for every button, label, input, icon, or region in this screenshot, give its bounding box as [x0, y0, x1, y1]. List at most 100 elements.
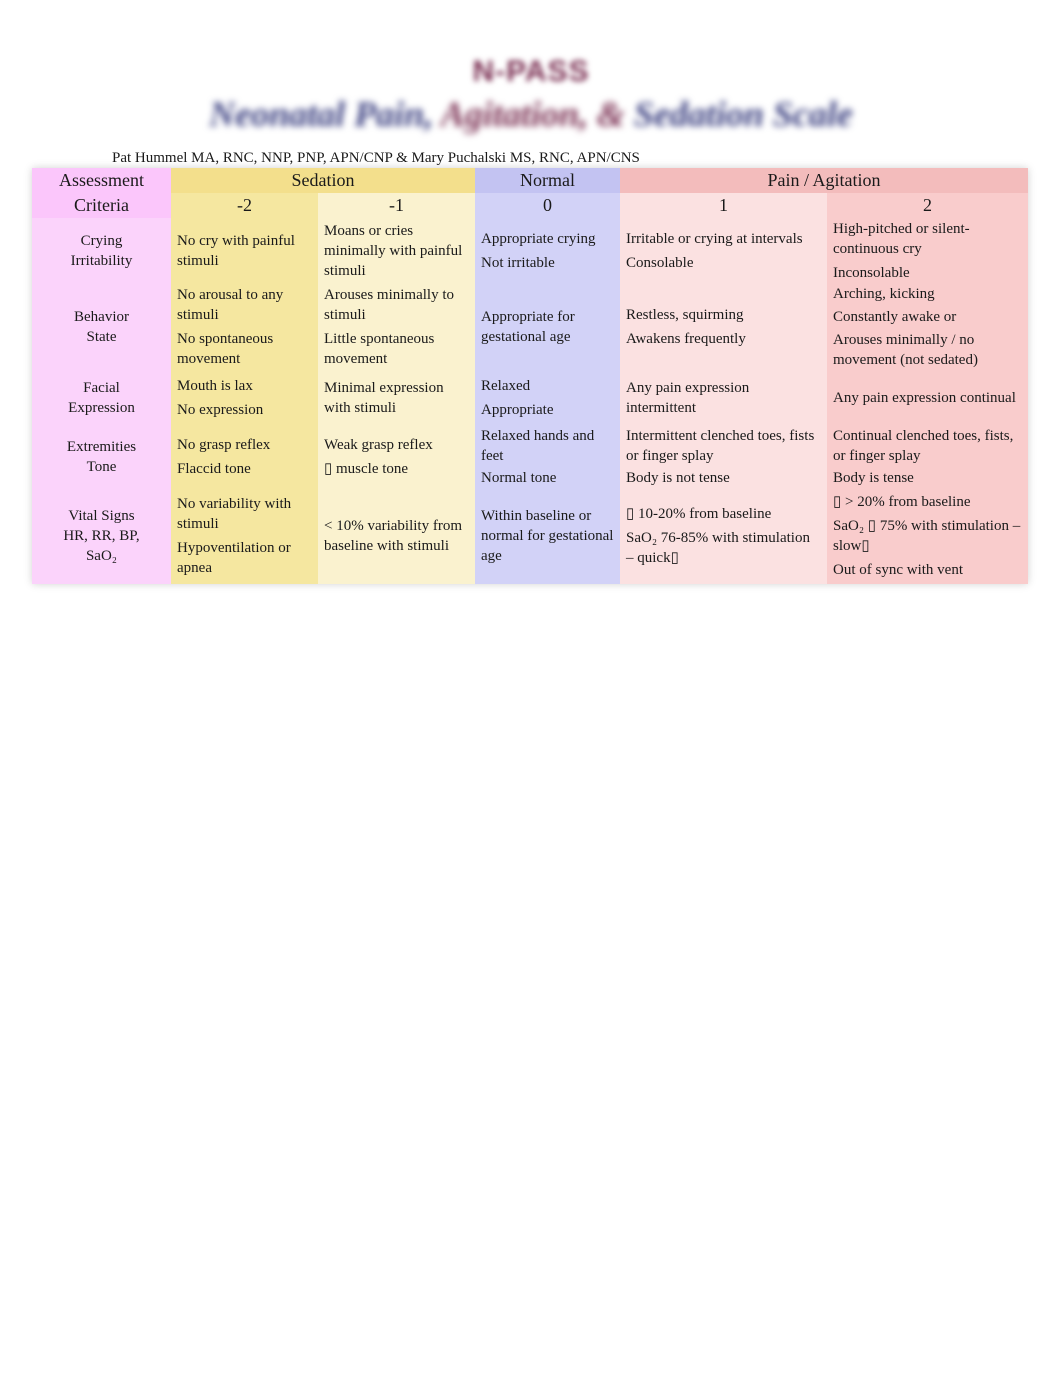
cell-text: No grasp reflex — [177, 437, 271, 453]
cell-text: ▯ 10-20% from baseline — [626, 506, 772, 522]
cell-text: Out of sync with vent — [833, 562, 963, 578]
cell-text: Continual clenched toes, fists, or finge… — [833, 428, 1014, 464]
score-cell: Any pain expression continual — [827, 370, 1028, 426]
cell-text: ▯ muscle tone — [324, 461, 409, 477]
cell-text: Normal tone — [481, 470, 557, 486]
cell-text: Any pain expression continual — [833, 390, 1016, 406]
cell-text: Little spontaneous movement — [324, 331, 435, 367]
score-cell: Intermittent clenched toes, fists or fin… — [620, 426, 827, 488]
cell-text: Minimal expression with stimuli — [324, 380, 444, 416]
cell-text: SaO₂ ▯ 75% with stimulation – slow▯ — [833, 518, 1021, 554]
criteria-cell: Vital Signs HR, RR, BP, SaO₂ — [32, 488, 171, 584]
score-cell: Relaxed Appropriate — [475, 370, 620, 426]
criteria-label: HR, RR, BP, — [63, 528, 140, 544]
criteria-label: SaO₂ — [85, 548, 118, 564]
table-row: Vital Signs HR, RR, BP, SaO₂ No variability… — [32, 488, 1028, 584]
title-full: Neonatal Pain, Agitation, & Sedation Sca… — [0, 92, 1062, 136]
cell-text: Appropriate — [481, 402, 554, 418]
cell-text: Mouth is lax — [177, 378, 253, 394]
header-pain-agitation: Pain / Agitation — [620, 168, 1028, 193]
score-cell: Moans or cries minimally with painful st… — [318, 218, 475, 284]
score-cell: Irritable or crying at intervals Consolab… — [620, 218, 827, 284]
cell-text: Irritable or crying at intervals — [626, 231, 803, 247]
cell-text: No variability with stimuli — [177, 496, 292, 532]
header-criteria-line1: Assessment — [32, 168, 171, 193]
table-body: Crying Irritability No cry with painful st… — [32, 218, 1028, 584]
criteria-label: Facial — [83, 380, 120, 396]
cell-text: Moans or cries minimally with painful st… — [324, 223, 463, 279]
cell-text: Body is tense — [833, 470, 914, 486]
cell-text: Relaxed — [481, 378, 531, 394]
criteria-label: Behavior — [74, 309, 129, 325]
cell-text: No cry with painful stimuli — [177, 233, 295, 269]
title-part-3: & — [596, 94, 625, 134]
score-cell: No cry with painful stimuli — [171, 218, 318, 284]
score-cell: Appropriate crying Not irritable — [475, 218, 620, 284]
score-cell: < 10% variability from baseline with sti… — [318, 488, 475, 584]
cell-text: Consolable — [626, 255, 694, 271]
table-row: Extremities Tone No grasp reflex Flaccid to… — [32, 426, 1028, 488]
criteria-label: Extremities — [66, 439, 137, 455]
authors-line: Pat Hummel MA, RNC, NNP, PNP, APN/CNP & … — [112, 150, 640, 166]
header-row-scores: Criteria -2 -1 0 1 2 — [32, 193, 1028, 218]
cell-text: Arouses minimally / no movement (not sed… — [833, 332, 978, 368]
score-cell: Relaxed hands and feet Normal tone — [475, 426, 620, 488]
score-2: 2 — [827, 193, 1028, 218]
criteria-label: Expression — [68, 400, 135, 416]
score-cell: Weak grasp reflex ▯ muscle tone — [318, 426, 475, 488]
score-cell: Within baseline or normal for gestationa… — [475, 488, 620, 584]
cell-text: SaO₂ 76-85% with stimulation – quick▯ — [626, 530, 810, 566]
criteria-cell: Extremities Tone — [32, 426, 171, 488]
cell-text: Awakens frequently — [626, 331, 746, 347]
cell-text: Intermittent clenched toes, fists or fin… — [626, 428, 815, 464]
criteria-cell: Crying Irritability — [32, 218, 171, 284]
score-cell: Appropriate for gestational age — [475, 284, 620, 370]
cell-text: Constantly awake or — [833, 309, 957, 325]
cell-text: No expression — [177, 402, 264, 418]
criteria-cell: Behavior State — [32, 284, 171, 370]
criteria-cell: Facial Expression — [32, 370, 171, 426]
cell-text: < 10% variability from baseline with sti… — [324, 518, 463, 554]
score-cell: High-pitched or silent-continuous cry Inc… — [827, 218, 1028, 284]
criteria-label: Irritability — [70, 253, 133, 269]
score-1: 1 — [620, 193, 827, 218]
cell-text: No arousal to any stimuli — [177, 287, 284, 323]
cell-text: Appropriate for gestational age — [481, 309, 575, 345]
score-0: 0 — [475, 193, 620, 218]
table-row: Facial Expression Mouth is lax No expressio… — [32, 370, 1028, 426]
score-cell: Arching, kicking Constantly awake or Arous… — [827, 284, 1028, 370]
cell-text: Restless, squirming — [626, 307, 744, 323]
cell-text: Inconsolable — [833, 265, 910, 281]
score-minus-1: -1 — [318, 193, 475, 218]
document-title: N-PASS Neonatal Pain, Agitation, & Sedat… — [0, 52, 1062, 136]
score-cell: No arousal to any stimuli No spontaneous … — [171, 284, 318, 370]
score-cell: Mouth is lax No expression — [171, 370, 318, 426]
criteria-label: Tone — [86, 459, 117, 475]
title-part-2: Agitation, — [440, 94, 588, 134]
title-acronym: N-PASS — [472, 55, 590, 88]
cell-text: Arouses minimally to stimuli — [324, 287, 454, 323]
cell-text: Any pain expression intermittent — [626, 380, 750, 416]
cell-text: No spontaneous movement — [177, 331, 274, 367]
table-row: Behavior State No arousal to any stimuli No… — [32, 284, 1028, 370]
cell-text: High-pitched or silent-continuous cry — [833, 221, 970, 257]
score-minus-2: -2 — [171, 193, 318, 218]
score-cell: No grasp reflex Flaccid tone — [171, 426, 318, 488]
score-cell: Continual clenched toes, fists, or finge… — [827, 426, 1028, 488]
score-cell: Restless, squirming Awakens frequently — [620, 284, 827, 370]
criteria-label: State — [86, 329, 117, 345]
score-cell: Arouses minimally to stimuli Little spont… — [318, 284, 475, 370]
cell-text: Within baseline or normal for gestationa… — [481, 508, 614, 564]
score-cell: No variability with stimuli Hypoventilati… — [171, 488, 318, 584]
cell-text: Not irritable — [481, 255, 555, 271]
cell-text: Body is not tense — [626, 470, 730, 486]
cell-text: Arching, kicking — [833, 286, 935, 302]
cell-text: Hypoventilation or apnea — [177, 540, 291, 576]
header-normal: Normal — [475, 168, 620, 193]
header-sedation: Sedation — [171, 168, 475, 193]
header-row-categories: Assessment Sedation Normal Pain / Agitat… — [32, 168, 1028, 193]
score-cell: ▯ > 20% from baseline SaO₂ ▯ 75% with sti… — [827, 488, 1028, 584]
criteria-label: Vital Signs — [68, 508, 135, 524]
cell-text: Relaxed hands and feet — [481, 428, 595, 464]
criteria-label: Crying — [80, 233, 123, 249]
